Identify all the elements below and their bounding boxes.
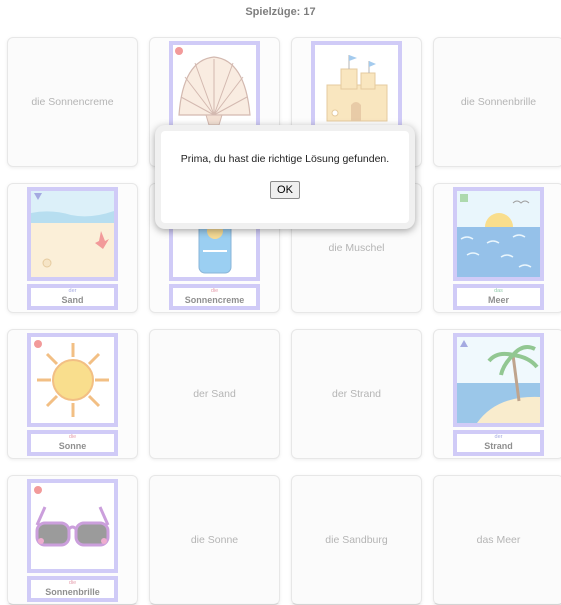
sun-label: die Sonne bbox=[27, 430, 118, 456]
sunglasses-label: die Sonnenbrille bbox=[27, 576, 118, 602]
card-word-text: die Sonnenbrille bbox=[460, 96, 537, 108]
sand-picture bbox=[27, 187, 118, 281]
card-word-sonnenbrille[interactable]: die Sonnenbrille bbox=[433, 37, 561, 167]
card-word-meer[interactable]: das Meer bbox=[433, 475, 561, 605]
beach-label: der Strand bbox=[453, 430, 544, 456]
card-word-sonnencreme[interactable]: die Sonnencreme bbox=[7, 37, 138, 167]
card-word-sonne[interactable]: die Sonne bbox=[149, 475, 280, 605]
card-word-text: das Meer bbox=[476, 534, 521, 546]
card-word-text: die Sonne bbox=[190, 534, 239, 546]
card-image-sonne[interactable]: die Sonne bbox=[7, 329, 138, 459]
card-image-strand[interactable]: der Strand bbox=[433, 329, 561, 459]
card-word-text: die Muschel bbox=[328, 242, 385, 254]
sandcastle-picture bbox=[311, 41, 402, 135]
card-word-text: der Sand bbox=[193, 388, 236, 400]
sea-label: das Meer bbox=[453, 284, 544, 310]
card-image-meer[interactable]: das Meer bbox=[433, 183, 561, 313]
sun-icon bbox=[34, 340, 109, 417]
sandcastle-icon bbox=[326, 55, 388, 122]
card-image-sand[interactable]: der Sand bbox=[7, 183, 138, 313]
dialog-body: Prima, du hast die richtige Lösung gefun… bbox=[161, 131, 409, 223]
sand-icon bbox=[31, 191, 114, 277]
moves-counter: Spielzüge: 17 bbox=[245, 6, 316, 18]
sea-picture bbox=[453, 187, 544, 281]
shell-picture bbox=[169, 41, 260, 135]
sunscreen-label: die Sonnencreme bbox=[169, 284, 260, 310]
card-word-sand[interactable]: der Sand bbox=[149, 329, 280, 459]
ok-button[interactable]: OK bbox=[270, 181, 300, 199]
card-image-sonnenbrille[interactable]: die Sonnenbrille bbox=[7, 475, 138, 605]
card-word-text: der Strand bbox=[331, 388, 382, 400]
card-word-sandburg[interactable]: die Sandburg bbox=[291, 475, 422, 605]
sunglasses-picture bbox=[27, 479, 118, 573]
shell-icon bbox=[175, 47, 251, 126]
beach-icon bbox=[457, 337, 540, 423]
sea-icon bbox=[457, 191, 540, 277]
sand-label: der Sand bbox=[27, 284, 118, 310]
success-dialog: Prima, du hast die richtige Lösung gefun… bbox=[155, 125, 415, 229]
beach-picture bbox=[453, 333, 544, 427]
sun-picture bbox=[27, 333, 118, 427]
dialog-message: Prima, du hast die richtige Lösung gefun… bbox=[180, 153, 390, 165]
sunglasses-icon bbox=[34, 486, 110, 547]
card-word-strand[interactable]: der Strand bbox=[291, 329, 422, 459]
card-word-text: die Sandburg bbox=[325, 534, 388, 546]
card-word-text: die Sonnencreme bbox=[31, 96, 114, 108]
